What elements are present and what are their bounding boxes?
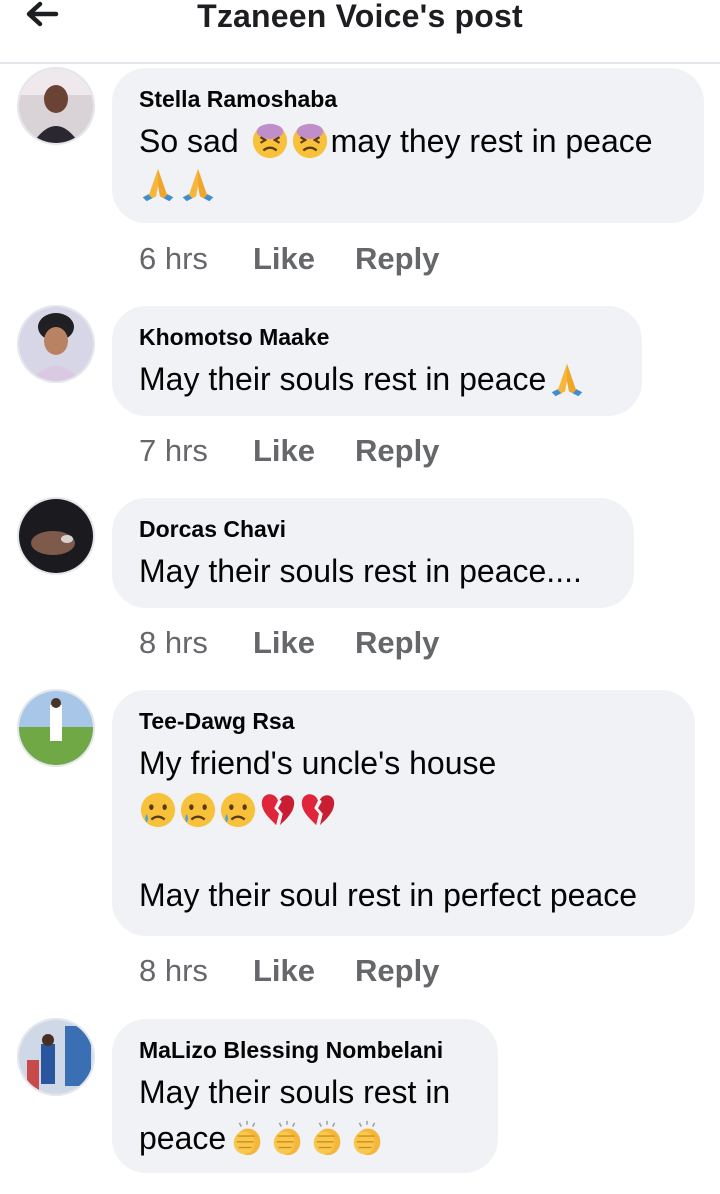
avatar[interactable]: [17, 305, 95, 383]
folded-hands-emoji-icon: [548, 360, 586, 398]
like-button[interactable]: Like: [253, 241, 355, 277]
comment-text-part: May their souls rest in peace: [139, 361, 547, 397]
comment-timestamp[interactable]: 6 hrs: [139, 241, 253, 277]
crying-face-emoji-icon: [179, 791, 217, 829]
crying-face-emoji-icon: [139, 791, 177, 829]
comment-bubble[interactable]: Dorcas Chavi May their souls rest in pea…: [112, 498, 634, 608]
comment-actions: 7 hrs Like Reply: [139, 433, 439, 469]
comment-author[interactable]: Stella Ramoshaba: [139, 86, 678, 112]
comment-text-part: So sad: [139, 123, 239, 159]
post-header: Tzaneen Voice's post: [0, 0, 720, 64]
comment-text: My friend's uncle's house: [139, 745, 497, 781]
comment-text: May their souls rest in peace: [139, 356, 616, 402]
comment-text: So sad may they rest in peace: [139, 118, 678, 164]
comment-emoji-line: [139, 164, 678, 204]
reply-button[interactable]: Reply: [355, 241, 439, 277]
like-button[interactable]: Like: [253, 953, 355, 989]
comment-bubble[interactable]: Khomotso Maake May their souls rest in p…: [112, 306, 642, 416]
comment-timestamp[interactable]: 7 hrs: [139, 433, 253, 469]
comment-author[interactable]: Khomotso Maake: [139, 324, 616, 350]
crying-face-emoji-icon: [219, 791, 257, 829]
comment-actions: 8 hrs Like Reply: [139, 953, 439, 989]
comment-author[interactable]: Dorcas Chavi: [139, 516, 608, 542]
comment-text: peace: [139, 1115, 472, 1161]
like-button[interactable]: Like: [253, 433, 355, 469]
comment-timestamp[interactable]: 8 hrs: [139, 953, 253, 989]
comment-bubble[interactable]: MaLizo Blessing Nombelani May their soul…: [112, 1019, 498, 1173]
avatar[interactable]: [17, 1018, 95, 1096]
like-button[interactable]: Like: [253, 625, 355, 661]
avatar[interactable]: [17, 67, 95, 145]
broken-heart-emoji-icon: [299, 791, 337, 829]
reply-button[interactable]: Reply: [355, 953, 439, 989]
clapping-hands-emoji-icon: [348, 1119, 386, 1157]
folded-hands-emoji-icon: [139, 165, 177, 203]
comment-emoji-line: [139, 786, 669, 834]
folded-hands-emoji-icon: [179, 165, 217, 203]
comment-actions: 6 hrs Like Reply: [139, 241, 439, 277]
comment-timestamp[interactable]: 8 hrs: [139, 625, 253, 661]
weary-face-emoji-icon: [291, 122, 329, 160]
comment-actions: 8 hrs Like Reply: [139, 625, 439, 661]
clapping-hands-emoji-icon: [228, 1119, 266, 1157]
clapping-hands-emoji-icon: [308, 1119, 346, 1157]
clapping-hands-emoji-icon: [268, 1119, 306, 1157]
weary-face-emoji-icon: [251, 122, 289, 160]
reply-button[interactable]: Reply: [355, 625, 439, 661]
comment-text: May their soul rest in perfect peace: [139, 877, 638, 913]
comment-text-part: peace: [139, 1120, 227, 1156]
broken-heart-emoji-icon: [259, 791, 297, 829]
comment-text: May their souls rest in peace....: [139, 553, 582, 589]
comment-text: May their souls rest in: [139, 1074, 451, 1110]
avatar[interactable]: [17, 689, 95, 767]
reply-button[interactable]: Reply: [355, 433, 439, 469]
comment-text-part: may they rest in peace: [330, 123, 653, 159]
comment-bubble[interactable]: Tee-Dawg Rsa My friend's uncle's house M…: [112, 690, 695, 936]
comment-author[interactable]: MaLizo Blessing Nombelani: [139, 1037, 472, 1063]
avatar[interactable]: [17, 497, 95, 575]
page-title: Tzaneen Voice's post: [197, 0, 523, 34]
comment-bubble[interactable]: Stella Ramoshaba So sad may they rest in…: [112, 68, 704, 223]
comment-author[interactable]: Tee-Dawg Rsa: [139, 708, 669, 734]
